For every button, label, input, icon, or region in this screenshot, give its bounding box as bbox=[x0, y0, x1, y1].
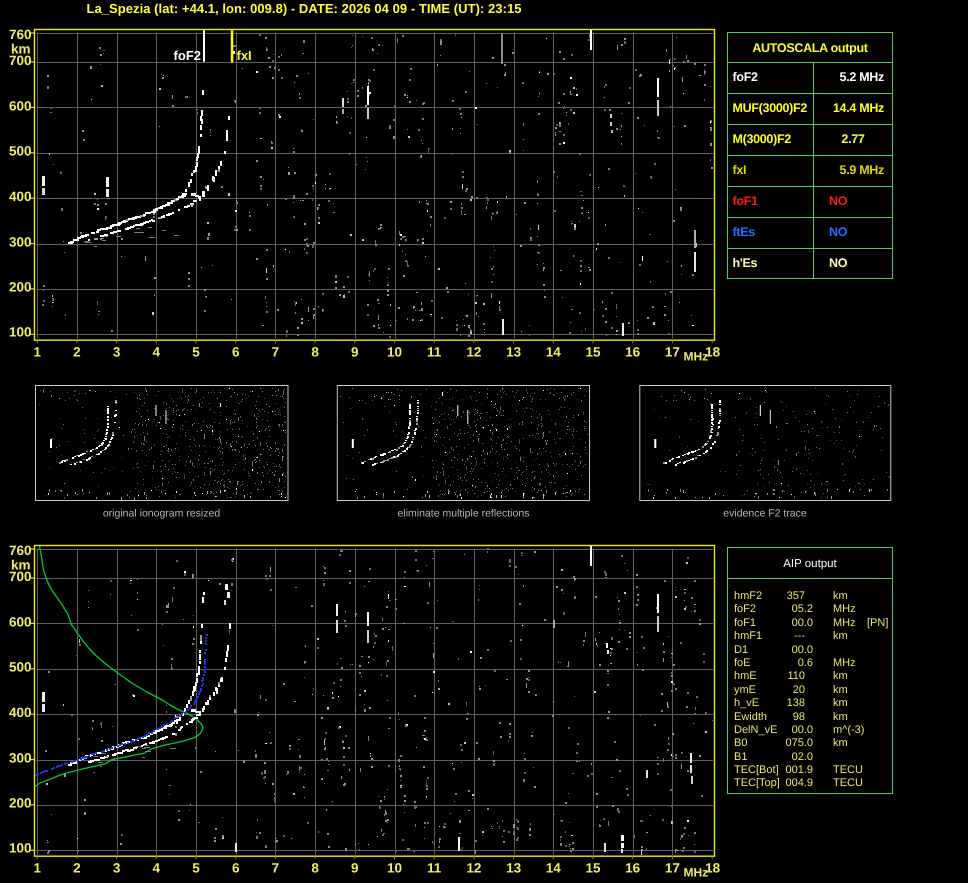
svg-text:6: 6 bbox=[232, 345, 240, 360]
svg-text:13: 13 bbox=[506, 345, 522, 360]
svg-text:9: 9 bbox=[351, 345, 359, 360]
svg-text:500: 500 bbox=[9, 143, 32, 158]
svg-text:11: 11 bbox=[427, 345, 442, 360]
svg-text:300: 300 bbox=[9, 751, 32, 766]
svg-text:fxI: fxI bbox=[237, 48, 252, 63]
svg-text:7: 7 bbox=[272, 861, 280, 876]
svg-text:16: 16 bbox=[625, 861, 641, 876]
svg-text:6: 6 bbox=[232, 861, 240, 876]
svg-text:8: 8 bbox=[311, 861, 319, 876]
svg-text:1: 1 bbox=[33, 861, 41, 876]
svg-text:5: 5 bbox=[192, 345, 200, 360]
svg-text:17: 17 bbox=[665, 345, 680, 360]
svg-text:MHz: MHz bbox=[684, 350, 709, 364]
svg-text:500: 500 bbox=[9, 659, 32, 674]
svg-text:10: 10 bbox=[387, 861, 402, 876]
svg-text:2: 2 bbox=[73, 345, 81, 360]
svg-text:200: 200 bbox=[9, 796, 32, 811]
svg-text:400: 400 bbox=[9, 705, 32, 720]
svg-text:200: 200 bbox=[9, 280, 32, 295]
svg-text:original ionogram resized: original ionogram resized bbox=[103, 508, 220, 520]
svg-text:evidence F2 trace: evidence F2 trace bbox=[723, 508, 807, 520]
svg-text:3: 3 bbox=[113, 861, 121, 876]
svg-text:100: 100 bbox=[9, 841, 32, 856]
svg-text:10: 10 bbox=[387, 345, 402, 360]
svg-text:12: 12 bbox=[466, 345, 481, 360]
svg-text:760: 760 bbox=[9, 543, 32, 558]
svg-text:14: 14 bbox=[546, 345, 562, 360]
svg-text:9: 9 bbox=[351, 861, 359, 876]
svg-text:1: 1 bbox=[33, 345, 41, 360]
svg-text:8: 8 bbox=[311, 345, 319, 360]
svg-text:4: 4 bbox=[153, 861, 161, 876]
svg-text:3: 3 bbox=[113, 345, 121, 360]
svg-text:15: 15 bbox=[585, 861, 601, 876]
svg-text:km: km bbox=[11, 41, 31, 56]
svg-text:15: 15 bbox=[585, 345, 601, 360]
svg-text:4: 4 bbox=[153, 345, 161, 360]
svg-text:400: 400 bbox=[9, 189, 32, 204]
svg-text:300: 300 bbox=[9, 235, 32, 250]
svg-text:foF2: foF2 bbox=[174, 48, 201, 63]
svg-text:600: 600 bbox=[9, 614, 32, 629]
svg-text:760: 760 bbox=[9, 27, 32, 42]
svg-text:eliminate multiple reflections: eliminate multiple reflections bbox=[398, 508, 530, 520]
svg-text:5: 5 bbox=[192, 861, 200, 876]
svg-text:2: 2 bbox=[73, 861, 81, 876]
svg-text:11: 11 bbox=[427, 861, 442, 876]
svg-text:100: 100 bbox=[9, 325, 32, 340]
svg-text:17: 17 bbox=[665, 861, 680, 876]
svg-text:km: km bbox=[11, 557, 31, 572]
svg-text:13: 13 bbox=[506, 861, 522, 876]
svg-text:7: 7 bbox=[272, 345, 280, 360]
svg-text:12: 12 bbox=[466, 861, 481, 876]
svg-text:16: 16 bbox=[625, 345, 641, 360]
svg-text:MHz: MHz bbox=[684, 866, 709, 880]
svg-text:14: 14 bbox=[546, 861, 562, 876]
svg-text:600: 600 bbox=[9, 98, 32, 113]
